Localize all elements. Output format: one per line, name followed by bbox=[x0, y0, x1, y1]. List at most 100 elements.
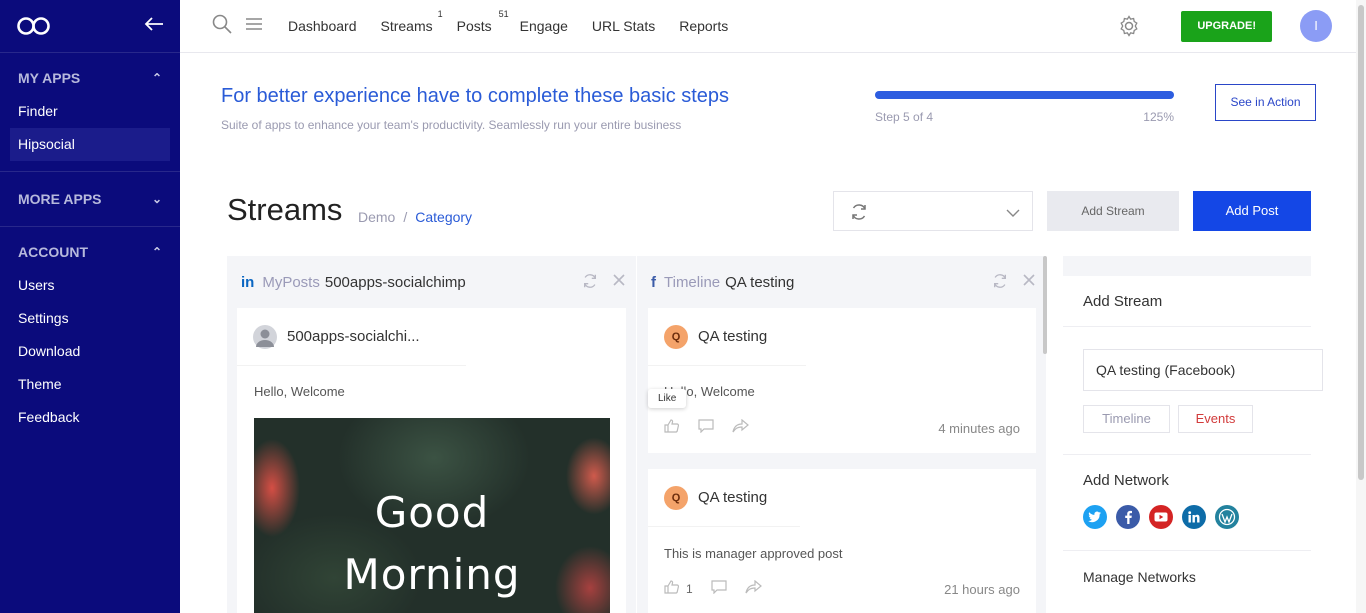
sidebar-section-account: ACCOUNT ⌃ Users Settings Download Theme … bbox=[0, 227, 180, 444]
comment-icon[interactable] bbox=[711, 579, 727, 599]
post-author[interactable]: QA testing bbox=[698, 489, 767, 506]
add-stream-panel: Add Stream QA testing (Facebook) Timelin… bbox=[1063, 256, 1323, 613]
post-text: Hello, Welcome bbox=[254, 384, 345, 399]
post-time: 4 minutes ago bbox=[938, 420, 1020, 436]
nav-posts[interactable]: Posts 51 bbox=[457, 9, 509, 34]
app-logo[interactable] bbox=[16, 16, 52, 36]
add-network-title: Add Network bbox=[1083, 472, 1169, 489]
section-header-my-apps[interactable]: MY APPS ⌃ bbox=[0, 67, 180, 89]
section-title: ACCOUNT bbox=[18, 244, 88, 260]
sidebar-item-users[interactable]: Users bbox=[10, 269, 170, 302]
post-header: Q QA testing bbox=[648, 308, 806, 366]
post-header: 500apps-socialchi... bbox=[237, 308, 466, 366]
sidebar-item-settings[interactable]: Settings bbox=[10, 302, 170, 335]
section-header-more-apps[interactable]: MORE APPS ⌄ bbox=[0, 188, 180, 210]
facebook-icon[interactable] bbox=[1116, 505, 1140, 529]
nav-reports[interactable]: Reports bbox=[679, 18, 728, 34]
sidebar-item-download[interactable]: Download bbox=[10, 335, 170, 368]
sidebar-item-feedback[interactable]: Feedback bbox=[10, 401, 170, 434]
post-image[interactable]: Good Morning bbox=[254, 418, 610, 613]
linkedin-icon[interactable] bbox=[1182, 505, 1206, 529]
nav-streams[interactable]: Streams 1 bbox=[381, 9, 443, 34]
add-stream-button[interactable]: Add Stream bbox=[1047, 191, 1179, 231]
sidebar-section-my-apps: MY APPS ⌃ Finder Hipsocial bbox=[0, 53, 180, 172]
chevron-down-icon: ⌄ bbox=[151, 192, 162, 206]
section-title: MY APPS bbox=[18, 70, 81, 86]
image-text-line1: Good bbox=[374, 488, 490, 537]
column-header: in MyPosts 500apps-socialchimp bbox=[227, 256, 636, 308]
wordpress-icon[interactable] bbox=[1215, 505, 1239, 529]
column-kind: Timeline bbox=[664, 273, 721, 291]
column-scrollbar[interactable] bbox=[1043, 256, 1047, 354]
page-title: Streams bbox=[227, 192, 343, 227]
nav-engage[interactable]: Engage bbox=[520, 18, 568, 34]
post-author[interactable]: 500apps-socialchi... bbox=[287, 328, 420, 345]
like-count: 1 bbox=[686, 582, 693, 596]
section-title: MORE APPS bbox=[18, 191, 102, 207]
linkedin-icon: in bbox=[241, 273, 255, 291]
sidebar: MY APPS ⌃ Finder Hipsocial MORE APPS ⌄ A… bbox=[0, 0, 180, 613]
share-icon[interactable] bbox=[732, 418, 750, 438]
column-kind: MyPosts bbox=[262, 273, 320, 291]
top-navbar: Dashboard Streams 1 Posts 51 Engage URL St… bbox=[180, 0, 1356, 53]
comment-icon[interactable] bbox=[698, 418, 714, 438]
breadcrumb-category[interactable]: Category bbox=[415, 209, 472, 225]
twitter-icon[interactable] bbox=[1083, 505, 1107, 529]
add-stream-title: Add Stream bbox=[1083, 293, 1163, 310]
chevron-up-icon: ⌃ bbox=[151, 245, 162, 259]
refresh-icon[interactable] bbox=[992, 273, 1008, 293]
post-card: Q QA testing Hello, Welcome 4 minutes ag… bbox=[648, 308, 1036, 453]
avatar: Q bbox=[664, 485, 688, 510]
post-actions: 1 21 hours ago bbox=[664, 579, 1020, 599]
close-icon[interactable] bbox=[1022, 273, 1036, 293]
column-name: 500apps-socialchimp bbox=[324, 273, 466, 291]
sidebar-header bbox=[0, 0, 180, 53]
post-card: Q QA testing This is manager approved po… bbox=[648, 469, 1036, 613]
onboarding-title: For better experience have to complete t… bbox=[221, 85, 730, 107]
share-icon[interactable] bbox=[745, 579, 763, 599]
add-post-button[interactable]: Add Post bbox=[1193, 191, 1311, 231]
gear-icon[interactable] bbox=[1117, 14, 1141, 38]
post-time: 21 hours ago bbox=[944, 581, 1020, 597]
sidebar-section-more-apps: MORE APPS ⌄ bbox=[0, 172, 180, 227]
nav-dashboard[interactable]: Dashboard bbox=[288, 18, 357, 34]
avatar: Q bbox=[664, 324, 688, 349]
breadcrumb-demo[interactable]: Demo bbox=[358, 209, 395, 225]
nav-url-stats[interactable]: URL Stats bbox=[592, 18, 655, 34]
events-chip[interactable]: Events bbox=[1178, 405, 1253, 433]
posts-count-badge: 51 bbox=[498, 9, 509, 19]
sidebar-item-theme[interactable]: Theme bbox=[10, 368, 170, 401]
stream-select[interactable] bbox=[833, 191, 1033, 231]
upgrade-button[interactable]: UPGRADE! bbox=[1181, 10, 1272, 42]
post-author[interactable]: QA testing bbox=[698, 328, 767, 345]
post-actions: 4 minutes ago bbox=[664, 418, 1020, 438]
step-text: Step 5 of 4 bbox=[875, 110, 934, 124]
youtube-icon[interactable] bbox=[1149, 505, 1173, 529]
search-icon[interactable] bbox=[212, 14, 232, 39]
section-header-account[interactable]: ACCOUNT ⌃ bbox=[0, 241, 180, 263]
page-scrollbar[interactable] bbox=[1356, 0, 1366, 613]
refresh-icon[interactable] bbox=[582, 273, 598, 293]
like-tooltip: Like bbox=[648, 389, 687, 408]
avatar bbox=[253, 324, 277, 349]
facebook-icon: f bbox=[651, 273, 656, 291]
collapse-arrow-icon[interactable] bbox=[144, 16, 164, 36]
close-icon[interactable] bbox=[612, 273, 626, 293]
like-icon[interactable] bbox=[664, 418, 680, 438]
user-avatar[interactable]: I bbox=[1300, 10, 1332, 42]
column-header: f Timeline QA testing bbox=[637, 256, 1046, 308]
percent-text: 125% bbox=[1143, 110, 1174, 124]
like-icon[interactable] bbox=[664, 579, 680, 599]
timeline-chip[interactable]: Timeline bbox=[1083, 405, 1170, 433]
sidebar-item-finder[interactable]: Finder bbox=[10, 95, 170, 128]
post-header: Q QA testing bbox=[648, 469, 800, 527]
see-in-action-button[interactable]: See in Action bbox=[1215, 84, 1316, 121]
account-select[interactable]: QA testing (Facebook) bbox=[1083, 349, 1323, 391]
onboarding-subtitle: Suite of apps to enhance your team's pro… bbox=[221, 118, 682, 132]
menu-icon[interactable] bbox=[246, 17, 262, 36]
sidebar-item-hipsocial[interactable]: Hipsocial bbox=[10, 128, 170, 161]
stream-column-facebook: f Timeline QA testing Q QA testing Hello… bbox=[637, 256, 1046, 613]
column-name: QA testing bbox=[725, 273, 795, 291]
manage-networks-link[interactable]: Manage Networks bbox=[1083, 569, 1196, 585]
breadcrumb: Demo / Category bbox=[358, 209, 473, 225]
